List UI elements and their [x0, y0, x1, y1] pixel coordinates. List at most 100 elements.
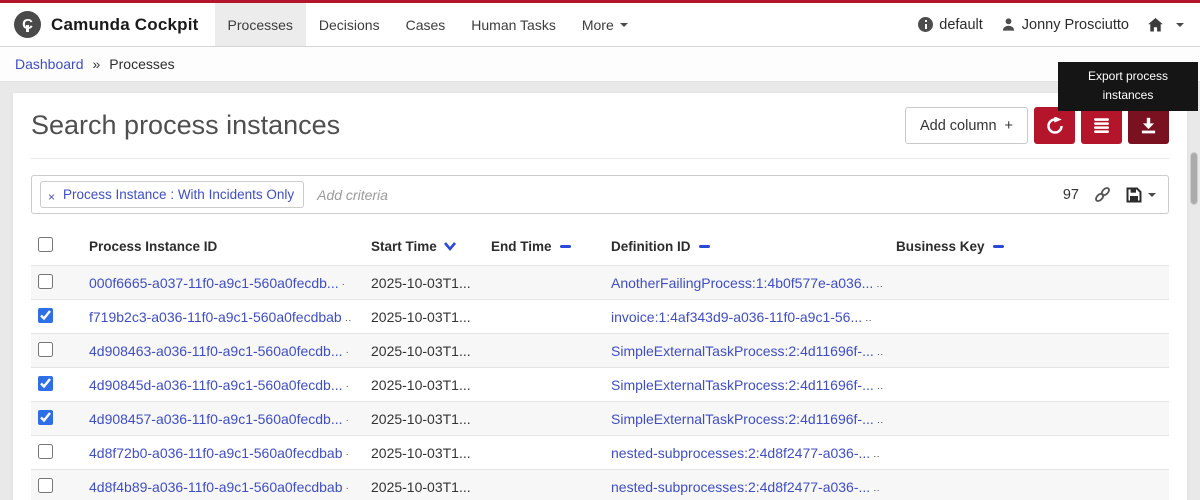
truncation-dots: ·: [346, 449, 349, 460]
column-header-business-key[interactable]: Business Key: [896, 226, 1169, 266]
table-row: 4d908457-a036-11f0-a9c1-560a0fecdb...· 2…: [31, 402, 1169, 436]
copy-link-button[interactable]: [1094, 186, 1111, 203]
chevron-down-icon: [1148, 193, 1156, 197]
nav-tab-cases[interactable]: Cases: [393, 3, 459, 46]
add-criteria-placeholder[interactable]: Add criteria: [317, 187, 1063, 203]
home-icon: [1147, 17, 1164, 33]
save-search-button[interactable]: [1126, 187, 1156, 203]
export-button[interactable]: [1128, 107, 1169, 144]
definition-link[interactable]: nested-subprocesses:2:4d8f2477-a036-...: [611, 445, 870, 461]
process-instance-link[interactable]: 000f6665-a037-11f0-a9c1-560a0fecdb...: [89, 275, 339, 291]
page-title: Search process instances: [31, 109, 340, 141]
engine-select[interactable]: default: [918, 17, 983, 33]
truncation-dots: ·: [342, 279, 345, 290]
definition-link[interactable]: SimpleExternalTaskProcess:2:4d11696f-...: [611, 343, 874, 359]
search-filter-bar[interactable]: × Process Instance : With Incidents Only…: [31, 175, 1169, 214]
nav-tab-processes[interactable]: Processes: [215, 3, 306, 46]
filter-tag[interactable]: × Process Instance : With Incidents Only: [40, 181, 304, 208]
filter-right-controls: 97: [1063, 186, 1156, 203]
sort-desc-icon: [443, 241, 457, 252]
truncation-dots: ·: [346, 483, 349, 494]
card-header: Search process instances Add column +: [31, 93, 1169, 144]
row-checkbox[interactable]: [38, 342, 53, 357]
plus-icon: +: [1005, 118, 1013, 134]
definition-link[interactable]: SimpleExternalTaskProcess:2:4d11696f-...: [611, 377, 874, 393]
navbar-right: default Jonny Prosciutto: [918, 3, 1200, 46]
toolbar: Add column +: [905, 107, 1169, 144]
column-header-process-instance-id[interactable]: Process Instance ID: [89, 226, 371, 266]
process-instance-link[interactable]: 4d908457-a036-11f0-a9c1-560a0fecdb...: [89, 411, 343, 427]
row-checkbox[interactable]: [38, 444, 53, 459]
truncation-dots: ‥: [345, 313, 352, 324]
start-time-cell: 2025-10-03T1...: [371, 436, 491, 470]
column-header-end-time[interactable]: End Time: [491, 226, 611, 266]
process-instance-link[interactable]: 4d8f72b0-a036-11f0-a9c1-560a0fecdbab: [89, 445, 343, 461]
table-row: 000f6665-a037-11f0-a9c1-560a0fecdb...· 2…: [31, 266, 1169, 300]
breadcrumb-separator: »: [93, 56, 101, 72]
truncation-dots: ‥: [873, 449, 880, 460]
process-instance-link[interactable]: 4d908463-a036-11f0-a9c1-560a0fecdb...: [89, 343, 343, 359]
process-instance-link[interactable]: f719b2c3-a036-11f0-a9c1-560a0fecdbab: [89, 309, 342, 325]
end-time-cell: [491, 300, 611, 334]
process-instance-link[interactable]: 4d90845d-a036-11f0-a9c1-560a0fecdb...: [89, 377, 343, 393]
table-row: f719b2c3-a036-11f0-a9c1-560a0fecdbab‥ 20…: [31, 300, 1169, 334]
breadcrumb-link-dashboard[interactable]: Dashboard: [15, 56, 84, 72]
business-key-cell: [896, 470, 1169, 500]
table-header-row: Process Instance ID Start Time End Time …: [31, 226, 1169, 266]
add-column-button[interactable]: Add column +: [905, 107, 1028, 144]
end-time-cell: [491, 402, 611, 436]
list-view-button[interactable]: [1081, 107, 1122, 144]
definition-link[interactable]: nested-subprocesses:2:4d8f2477-a036-...: [611, 479, 870, 495]
column-header-start-time[interactable]: Start Time: [371, 226, 491, 266]
row-checkbox[interactable]: [38, 308, 53, 323]
nav-tab-more[interactable]: More: [569, 3, 641, 46]
truncation-dots: ‥: [877, 347, 884, 358]
tooltip-arrow-icon: [1126, 104, 1138, 110]
process-table-body: 000f6665-a037-11f0-a9c1-560a0fecdb...· 2…: [31, 266, 1169, 500]
select-all-checkbox[interactable]: [38, 237, 53, 252]
sort-neutral-icon: [699, 245, 710, 248]
nav-tab-decisions[interactable]: Decisions: [306, 3, 393, 46]
definition-link[interactable]: AnotherFailingProcess:1:4b0f577e-a036...: [611, 275, 873, 291]
end-time-cell: [491, 368, 611, 402]
column-header-definition-id[interactable]: Definition ID: [611, 226, 896, 266]
result-count: 97: [1063, 187, 1079, 203]
definition-link[interactable]: SimpleExternalTaskProcess:2:4d11696f-...: [611, 411, 874, 427]
business-key-cell: [896, 402, 1169, 436]
home-menu[interactable]: [1147, 17, 1184, 33]
definition-link[interactable]: invoice:1:4af343d9-a036-11f0-a9c1-56...: [611, 309, 862, 325]
end-time-cell: [491, 436, 611, 470]
user-icon: [1001, 17, 1016, 32]
sort-neutral-icon: [560, 245, 571, 248]
list-icon: [1093, 117, 1110, 134]
user-menu[interactable]: Jonny Prosciutto: [1001, 17, 1129, 33]
camunda-logo-icon: C: [14, 11, 41, 38]
filter-tag-label: Process Instance : With Incidents Only: [63, 187, 294, 202]
truncation-dots: ·: [346, 347, 349, 358]
nav-tab-human-tasks[interactable]: Human Tasks: [458, 3, 569, 46]
end-time-cell: [491, 470, 611, 500]
brand[interactable]: C Camunda Cockpit: [14, 3, 199, 46]
start-time-cell: 2025-10-03T1...: [371, 368, 491, 402]
truncation-dots: ·: [346, 381, 349, 392]
table-row: 4d90845d-a036-11f0-a9c1-560a0fecdb...· 2…: [31, 368, 1169, 402]
scrollbar-thumb[interactable]: [1190, 152, 1198, 205]
truncation-dots: ‥: [877, 415, 884, 426]
row-checkbox[interactable]: [38, 410, 53, 425]
breadcrumb-current: Processes: [109, 56, 174, 72]
truncation-dots: ‥: [873, 483, 880, 494]
row-checkbox[interactable]: [38, 274, 53, 289]
process-instance-link[interactable]: 4d8f4b89-a036-11f0-a9c1-560a0fecdbab: [89, 479, 343, 495]
table-row: 4d908463-a036-11f0-a9c1-560a0fecdb...· 2…: [31, 334, 1169, 368]
business-key-cell: [896, 300, 1169, 334]
divider: [31, 158, 1169, 159]
refresh-button[interactable]: [1034, 107, 1075, 144]
row-checkbox[interactable]: [38, 478, 53, 493]
start-time-cell: 2025-10-03T1...: [371, 334, 491, 368]
link-icon: [1094, 186, 1111, 203]
remove-filter-icon[interactable]: ×: [48, 191, 55, 203]
business-key-cell: [896, 266, 1169, 300]
row-checkbox[interactable]: [38, 376, 53, 391]
start-time-cell: 2025-10-03T1...: [371, 402, 491, 436]
chevron-down-icon: [620, 23, 628, 27]
